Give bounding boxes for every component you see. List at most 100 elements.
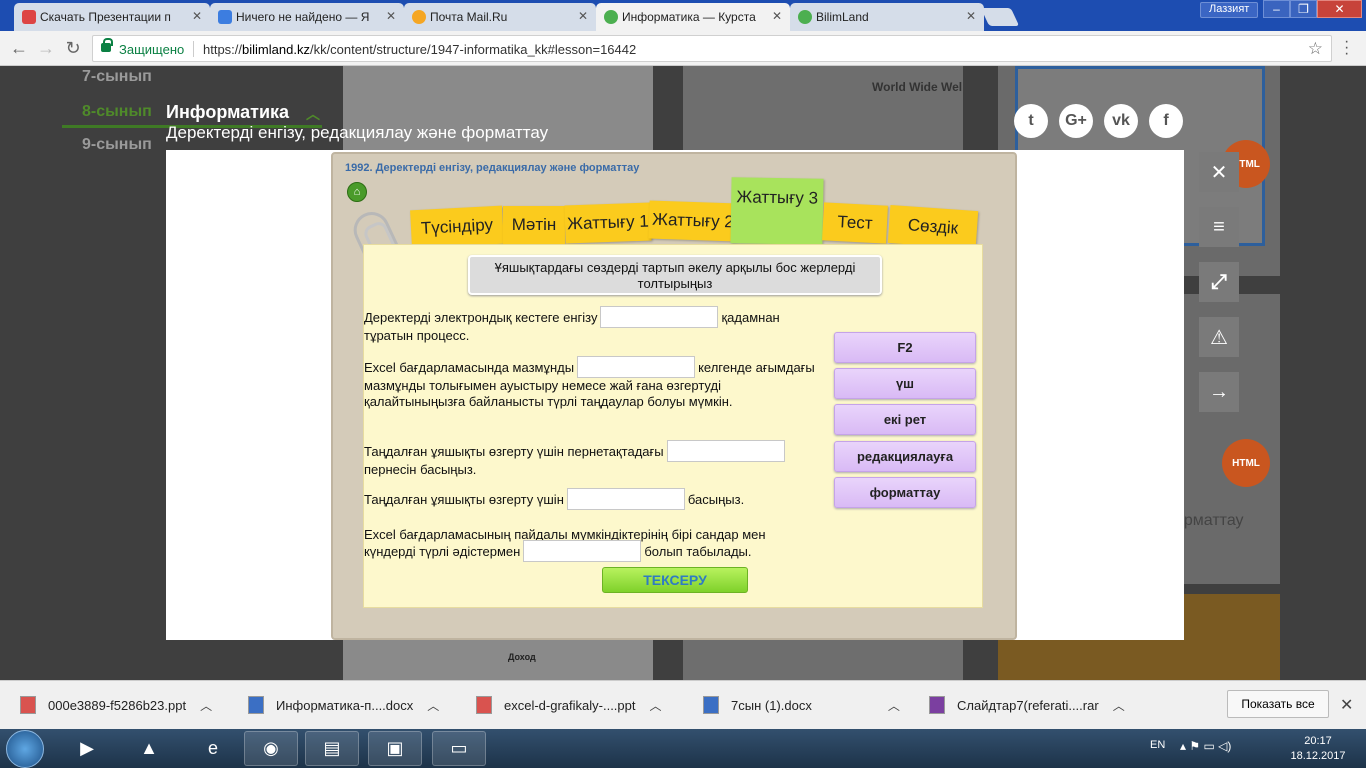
tab-title: Скачать Презентации п bbox=[40, 10, 171, 24]
reload-icon[interactable]: ↻ bbox=[62, 37, 84, 59]
drop-blank-4[interactable] bbox=[566, 488, 685, 510]
profile-name[interactable]: Лаззият bbox=[1200, 2, 1259, 18]
download-filename: Информатика-п....docx bbox=[276, 697, 414, 713]
browser-tab-active[interactable]: Информатика — Курста ✕ bbox=[596, 3, 790, 31]
download-item[interactable]: 7сын (1).docx ︿ bbox=[703, 695, 900, 715]
minimize-icon[interactable]: – bbox=[1263, 0, 1290, 18]
answer-option[interactable]: үш bbox=[834, 368, 976, 399]
new-tab-button[interactable] bbox=[980, 8, 1020, 26]
tab-sozdik[interactable]: Сөздік bbox=[887, 204, 979, 250]
google-plus-icon[interactable]: G+ bbox=[1059, 104, 1093, 138]
media-player-icon[interactable]: ▶ bbox=[60, 731, 114, 766]
tray-icons[interactable]: ▴ ⚑ ▭ ◁) bbox=[1180, 739, 1231, 753]
chevron-up-icon[interactable]: ︿ bbox=[427, 697, 439, 714]
presentation-site-icon bbox=[22, 10, 36, 24]
menu-icon[interactable]: ≡ bbox=[1199, 207, 1239, 247]
grade-item[interactable]: 9-сынып bbox=[82, 136, 152, 154]
check-button[interactable]: ТЕКСЕРУ bbox=[602, 567, 748, 593]
warning-icon[interactable]: ⚠ bbox=[1199, 317, 1239, 357]
grade-item-active[interactable]: 8-сынып bbox=[82, 103, 152, 121]
close-icon[interactable]: ✕ bbox=[1199, 152, 1239, 192]
drop-blank-1[interactable] bbox=[600, 306, 719, 328]
close-window-icon[interactable]: ✕ bbox=[1317, 0, 1362, 18]
browser-tab[interactable]: Почта Mail.Ru ✕ bbox=[404, 3, 596, 31]
grade-item[interactable]: 7-сынып bbox=[82, 68, 152, 86]
close-icon[interactable]: ✕ bbox=[192, 9, 202, 23]
question-5: Excel бағдарламасының пайдалы мүмкіндікт… bbox=[364, 527, 814, 562]
question-text: басыңыз. bbox=[687, 491, 745, 507]
answer-option[interactable]: екі рет bbox=[834, 404, 976, 435]
tab-zhattygu-3[interactable]: Жаттығу 3 bbox=[730, 177, 824, 245]
page-background: World Wide Wel орматтау Доход HTML HTML … bbox=[0, 66, 1366, 680]
avast-icon[interactable]: ▲ bbox=[122, 731, 176, 766]
download-filename: 000e3889-f5286b23.ppt bbox=[48, 697, 187, 713]
download-item[interactable]: excel-d-grafikaly-....ppt ︿ bbox=[476, 695, 662, 715]
internet-explorer-icon[interactable]: e bbox=[186, 731, 240, 766]
address-toolbar: ← → ↻ Защищено https://bilimland.kz/kk/c… bbox=[0, 31, 1366, 66]
file-explorer-icon[interactable]: ▭ bbox=[432, 731, 486, 766]
url-host: bilimland.kz bbox=[242, 42, 310, 57]
chrome-icon[interactable]: ◉ bbox=[244, 731, 298, 766]
chevron-up-icon[interactable]: ︿ bbox=[888, 697, 900, 714]
background-card bbox=[683, 640, 963, 680]
language-indicator[interactable]: EN bbox=[1150, 739, 1165, 751]
subject-title: Информатика bbox=[166, 102, 290, 122]
clock[interactable]: 20:17 18.12.2017 bbox=[1283, 734, 1353, 764]
drop-blank-5[interactable] bbox=[523, 540, 642, 562]
download-filename: Слайдтар7(referati....rar bbox=[957, 697, 1099, 713]
mail-ru-icon bbox=[412, 10, 426, 24]
answer-option[interactable]: редакциялауға bbox=[834, 441, 976, 472]
download-item[interactable]: Информатика-п....docx ︿ bbox=[248, 695, 439, 715]
twitter-icon[interactable]: t bbox=[1014, 104, 1048, 138]
show-all-downloads-button[interactable]: Показать все bbox=[1227, 690, 1329, 718]
drop-blank-2[interactable] bbox=[577, 356, 696, 378]
windows-start-icon[interactable] bbox=[6, 730, 44, 768]
divider bbox=[193, 41, 194, 57]
restore-icon[interactable]: ❐ bbox=[1290, 0, 1317, 18]
answer-option[interactable]: форматтау bbox=[834, 477, 976, 508]
url-scheme: https:// bbox=[203, 42, 243, 57]
forward-icon[interactable]: → bbox=[35, 37, 57, 59]
tab-title: BilimLand bbox=[816, 10, 869, 24]
close-icon[interactable]: ✕ bbox=[772, 9, 782, 23]
lock-icon bbox=[101, 38, 113, 52]
home-icon[interactable]: ⌂ bbox=[347, 182, 367, 202]
question-text: болып табылады. bbox=[644, 543, 752, 559]
tab-zhattygu-2[interactable]: Жаттығу 2 bbox=[648, 200, 738, 242]
vk-icon[interactable]: vk bbox=[1104, 104, 1138, 138]
bookmark-star-icon[interactable]: ☆ bbox=[1308, 39, 1323, 59]
download-item[interactable]: 000e3889-f5286b23.ppt ︿ bbox=[20, 695, 212, 715]
fullscreen-icon[interactable]: ⤢ bbox=[1199, 262, 1239, 302]
browser-tab[interactable]: BilimLand ✕ bbox=[790, 3, 984, 31]
answer-option[interactable]: F2 bbox=[834, 332, 976, 363]
image-viewer-icon[interactable]: ▣ bbox=[368, 731, 422, 766]
tab-test[interactable]: Тест bbox=[822, 202, 888, 244]
close-icon[interactable]: ✕ bbox=[578, 9, 588, 23]
exercise-instruction: Ұяшықтардағы сөздерді тартып әкелу арқыл… bbox=[468, 255, 882, 295]
close-icon[interactable]: ✕ bbox=[1340, 695, 1353, 715]
yandex-icon bbox=[218, 10, 232, 24]
question-1: Деректерді электрондық кестеге енгізу қад… bbox=[364, 306, 824, 344]
browser-tab[interactable]: Скачать Презентации п ✕ bbox=[14, 3, 210, 31]
chevron-up-icon[interactable]: ︿ bbox=[306, 104, 320, 124]
url-bar[interactable]: Защищено https://bilimland.kz/kk/content… bbox=[92, 35, 1332, 62]
arrow-right-icon[interactable]: → bbox=[1199, 372, 1239, 412]
back-icon[interactable]: ← bbox=[8, 37, 30, 59]
download-item[interactable]: Слайдтар7(referati....rar ︿ bbox=[929, 695, 1125, 715]
browser-menu-icon[interactable]: · · · bbox=[1344, 34, 1349, 62]
windows-taskbar: ▶ ▲ e ◉ ▤ ▣ ▭ EN ▴ ⚑ ▭ ◁) 20:17 18.12.20… bbox=[0, 729, 1366, 768]
browser-tab[interactable]: Ничего не найдено — Я ✕ bbox=[210, 3, 404, 31]
drop-blank-3[interactable] bbox=[666, 440, 785, 462]
question-text: Excel бағдарламасында мазмұнды bbox=[364, 359, 575, 375]
close-icon[interactable]: ✕ bbox=[966, 9, 976, 23]
winrar-icon[interactable]: ▤ bbox=[305, 731, 359, 766]
html5-badge-icon: HTML bbox=[1222, 439, 1270, 487]
tab-tusindiru[interactable]: Түсіндіру bbox=[410, 205, 504, 249]
tab-zhattygu-1[interactable]: Жаттығу 1 bbox=[564, 202, 652, 244]
tab-matin[interactable]: Мәтін bbox=[503, 206, 565, 244]
facebook-icon[interactable]: f bbox=[1149, 104, 1183, 138]
close-icon[interactable]: ✕ bbox=[386, 9, 396, 23]
chevron-up-icon[interactable]: ︿ bbox=[1113, 697, 1125, 714]
chevron-up-icon[interactable]: ︿ bbox=[650, 697, 662, 714]
chevron-up-icon[interactable]: ︿ bbox=[200, 697, 212, 714]
